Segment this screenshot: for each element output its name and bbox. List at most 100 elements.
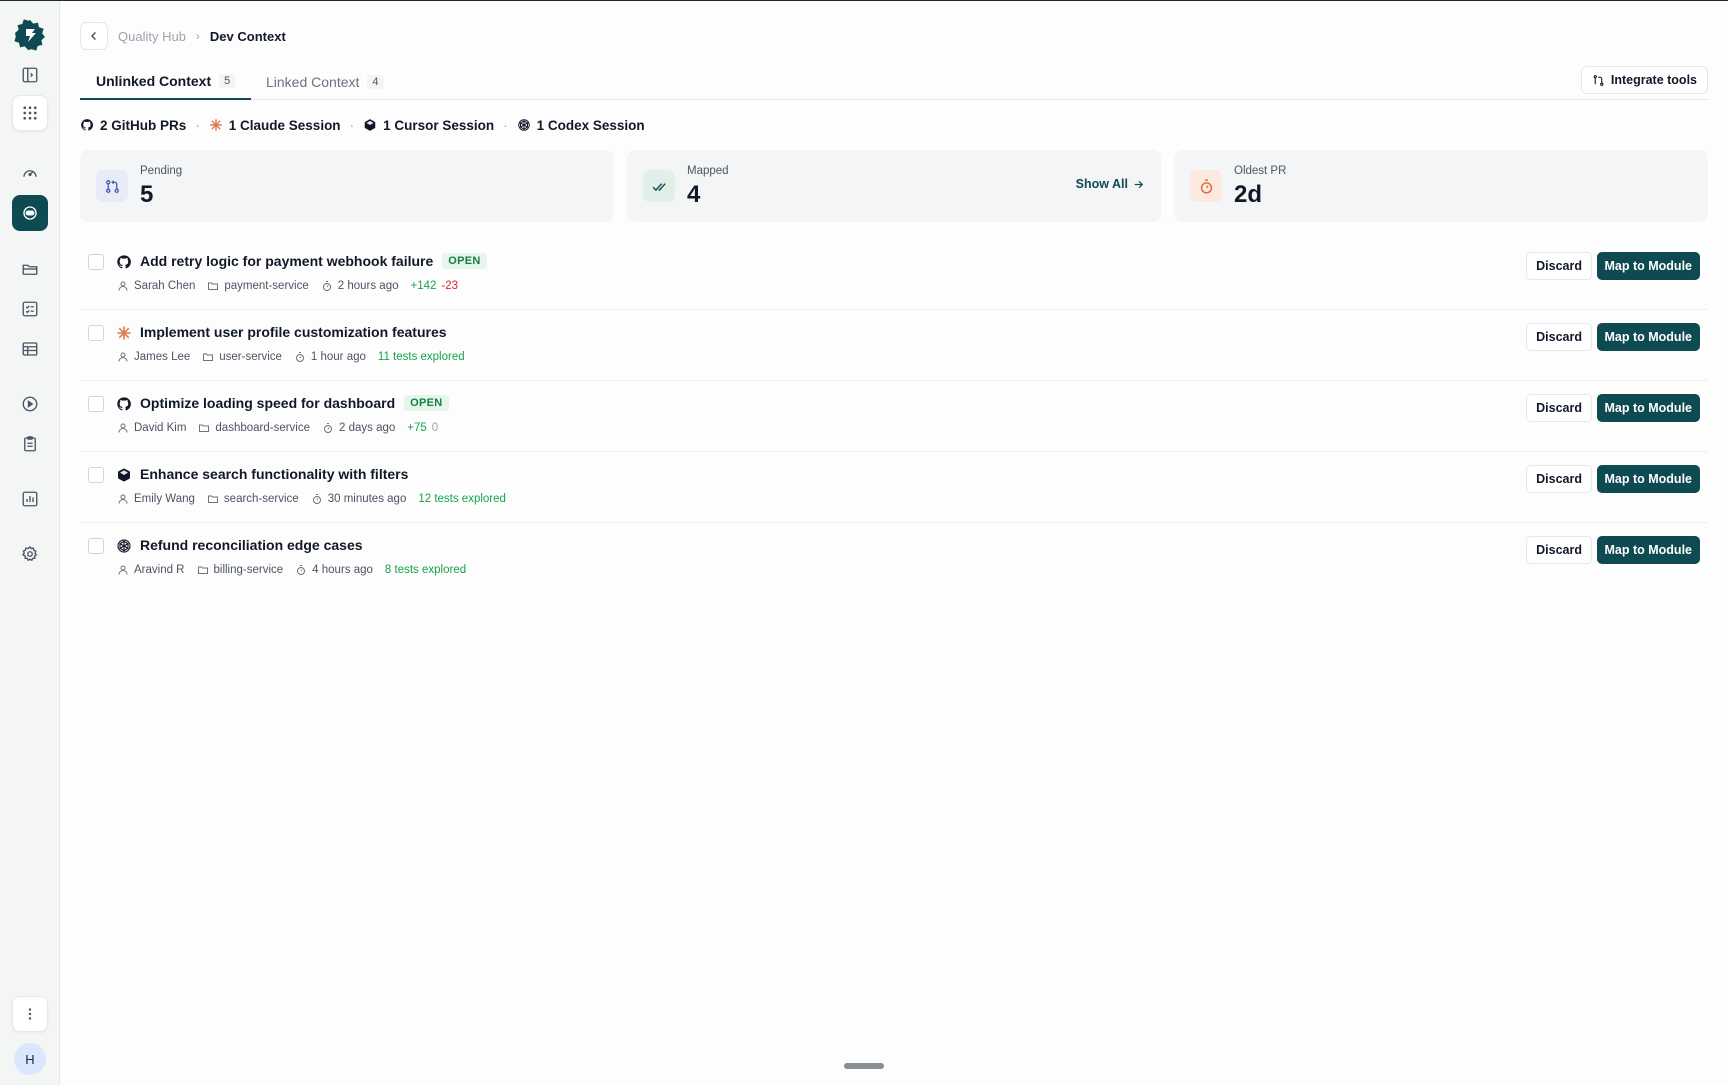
status-badge: OPEN: [442, 253, 487, 269]
resize-handle[interactable]: [844, 1063, 884, 1069]
cursor-icon: [364, 119, 376, 131]
show-all-link[interactable]: Show All: [1076, 177, 1145, 191]
timestamp: 2 days ago: [339, 422, 396, 434]
list-item: Enhance search functionality with filter…: [80, 452, 1708, 523]
user-avatar[interactable]: H: [14, 1043, 46, 1075]
map-to-module-button[interactable]: Map to Module: [1596, 465, 1700, 493]
tab-linked-context[interactable]: Linked Context 4: [250, 64, 400, 100]
settings-gear-icon[interactable]: [12, 536, 48, 572]
stat-card-pending: Pending 5: [80, 150, 614, 222]
timer-icon: [324, 423, 333, 433]
dashboard-gauge-icon[interactable]: [12, 155, 48, 191]
folder-icon: [203, 353, 214, 361]
breadcrumb-parent[interactable]: Quality Hub: [118, 29, 186, 44]
map-to-module-button[interactable]: Map to Module: [1596, 323, 1700, 351]
tab-label: Unlinked Context: [96, 73, 212, 89]
map-to-module-button[interactable]: Map to Module: [1596, 252, 1700, 280]
pull-request-icon: [96, 170, 128, 202]
row-title[interactable]: Refund reconciliation edge cases: [140, 537, 363, 553]
double-check-icon: [643, 170, 675, 202]
timestamp: 30 minutes ago: [327, 493, 407, 505]
row-checkbox[interactable]: [88, 325, 104, 341]
row-checkbox[interactable]: [88, 467, 104, 483]
row-title[interactable]: Enhance search functionality with filter…: [140, 466, 408, 482]
tests-explored: 11 tests explored: [377, 351, 465, 363]
apps-grid-icon[interactable]: [12, 95, 48, 131]
row-title[interactable]: Add retry logic for payment webhook fail…: [140, 253, 487, 269]
tests-explored: 12 tests explored: [418, 493, 506, 505]
sidebar: H: [0, 1, 60, 1085]
timer-icon: [1190, 170, 1222, 202]
context-list: Add retry logic for payment webhook fail…: [80, 239, 1708, 594]
breadcrumb: Quality Hub › Dev Context: [80, 22, 286, 50]
row-meta: Aravind R billing-service 4 hours ago 8 …: [117, 564, 466, 576]
lines-added: +75: [407, 422, 427, 434]
discard-button[interactable]: Discard: [1526, 323, 1592, 351]
timestamp: 1 hour ago: [310, 351, 366, 363]
source-label: 2 GitHub PRs: [100, 117, 187, 133]
row-title[interactable]: Implement user profile customization fea…: [140, 324, 447, 340]
integration-icon: [1593, 74, 1604, 86]
more-vertical-icon[interactable]: [12, 996, 48, 1032]
dev-context-nav-icon[interactable]: [12, 195, 48, 231]
discard-button[interactable]: Discard: [1526, 394, 1592, 422]
user-icon: [118, 423, 128, 433]
timer-icon: [312, 494, 321, 504]
row-checkbox[interactable]: [88, 538, 104, 554]
author: James Lee: [134, 351, 191, 363]
map-to-module-button[interactable]: Map to Module: [1596, 394, 1700, 422]
github-icon: [81, 119, 94, 131]
source-label: 1 Codex Session: [536, 117, 645, 133]
github-icon: [117, 397, 131, 411]
tab-unlinked-context[interactable]: Unlinked Context 5: [80, 64, 252, 100]
source-cursor: 1 Cursor Session: [363, 118, 494, 133]
discard-button[interactable]: Discard: [1526, 465, 1592, 493]
row-checkbox[interactable]: [88, 254, 104, 270]
author: Aravind R: [134, 564, 185, 576]
source-summary: 2 GitHub PRs · 1 Claude Session · 1 Curs…: [80, 114, 645, 136]
tests-explored: 8 tests explored: [384, 564, 467, 576]
folder-icon[interactable]: [12, 251, 48, 287]
app-logo-icon[interactable]: [14, 19, 46, 51]
chevron-right-icon: ›: [195, 29, 200, 43]
row-checkbox[interactable]: [88, 396, 104, 412]
main-content: Quality Hub › Dev Context Unlinked Conte…: [80, 0, 1708, 1085]
codex-icon: [117, 539, 131, 553]
stat-label: Pending: [140, 165, 183, 177]
codex-icon: [517, 119, 530, 131]
timer-icon: [322, 281, 331, 291]
play-circle-icon[interactable]: [12, 386, 48, 422]
author: Emily Wang: [134, 493, 195, 505]
timestamp: 2 hours ago: [337, 280, 399, 292]
lines-removed: -23: [441, 280, 459, 292]
source-codex: 1 Codex Session: [517, 118, 645, 133]
list-item: Refund reconciliation edge cases Aravind…: [80, 523, 1708, 594]
stat-label: Mapped: [687, 165, 729, 177]
sidebar-toggle-icon[interactable]: [12, 57, 48, 93]
discard-button[interactable]: Discard: [1526, 536, 1592, 564]
stat-card-oldest-pr: Oldest PR 2d: [1174, 150, 1708, 222]
checklist-icon[interactable]: [12, 291, 48, 327]
chevron-left-icon: [91, 32, 96, 40]
folder-icon: [208, 282, 219, 290]
folder-icon: [197, 566, 208, 574]
user-icon: [118, 281, 128, 291]
cursor-icon: [118, 468, 130, 482]
tab-count: 4: [367, 75, 384, 89]
repository: billing-service: [213, 564, 284, 576]
map-to-module-button[interactable]: Map to Module: [1596, 536, 1700, 564]
discard-button[interactable]: Discard: [1526, 252, 1592, 280]
clipboard-icon[interactable]: [12, 426, 48, 462]
lines-added: +142: [410, 280, 437, 292]
repository: dashboard-service: [215, 422, 311, 434]
github-icon: [117, 255, 131, 269]
reports-chart-icon[interactable]: [12, 481, 48, 517]
table-icon[interactable]: [12, 331, 48, 367]
back-button[interactable]: [80, 22, 108, 50]
folder-icon: [199, 424, 210, 432]
integrate-tools-button[interactable]: Integrate tools: [1580, 66, 1708, 94]
row-title[interactable]: Optimize loading speed for dashboard OPE…: [140, 395, 449, 411]
integrate-tools-label: Integrate tools: [1610, 73, 1697, 87]
timestamp: 4 hours ago: [312, 564, 373, 576]
row-meta: David Kim dashboard-service 2 days ago +…: [117, 422, 438, 434]
